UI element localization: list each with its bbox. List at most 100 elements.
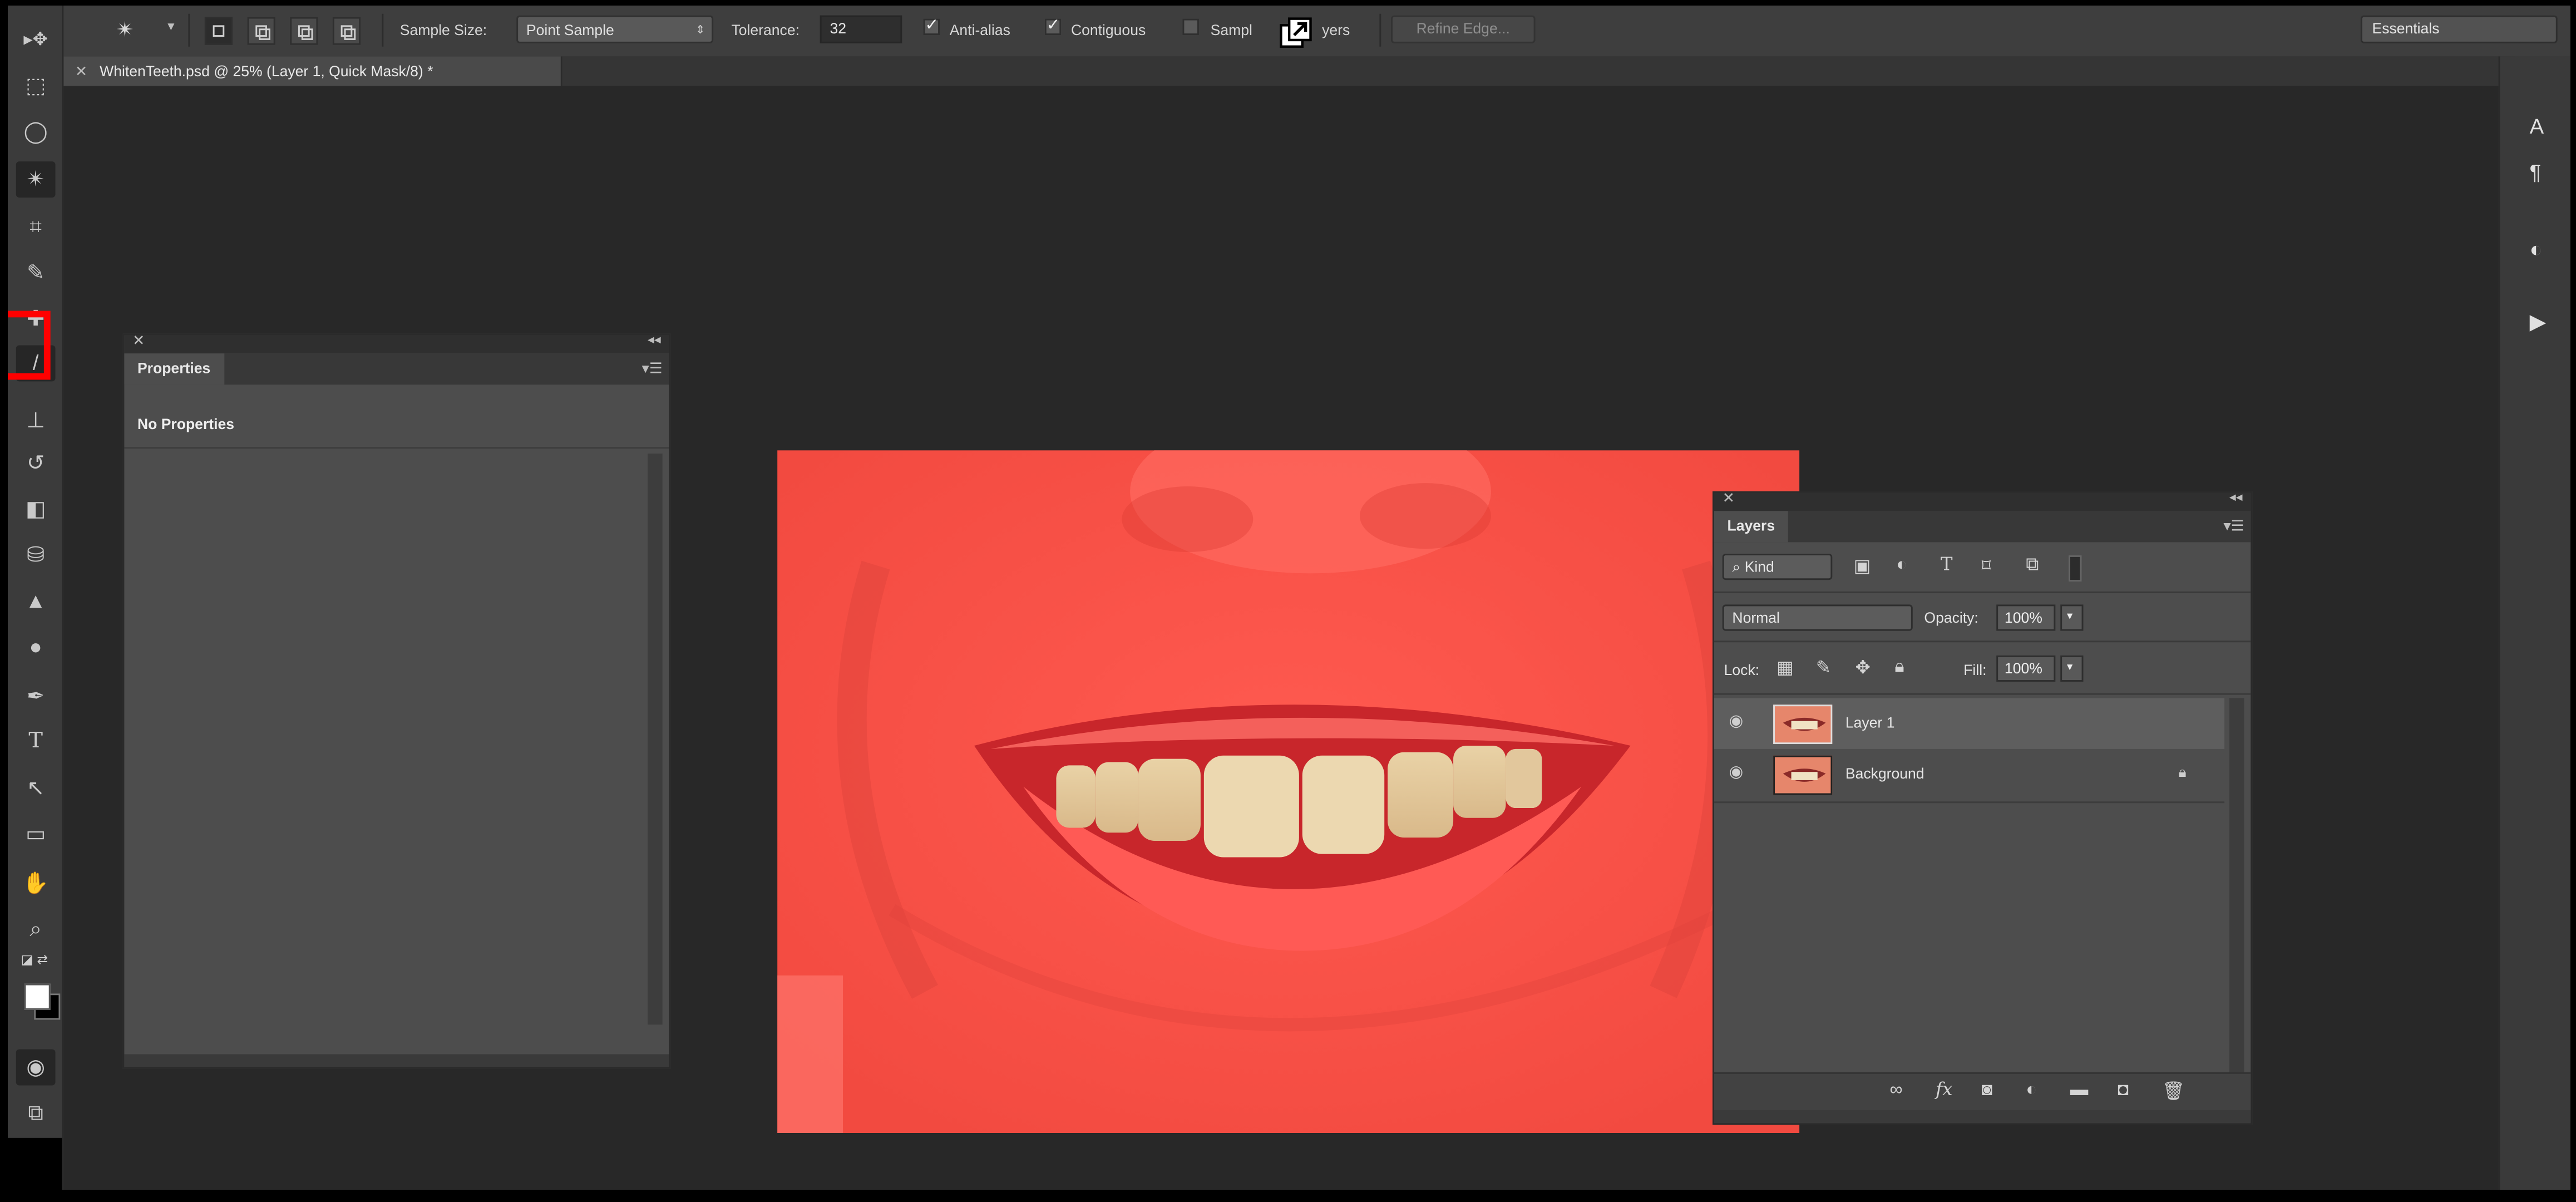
new-selection-button[interactable]: [204, 17, 233, 45]
layers-scrollbar[interactable]: [2229, 698, 2244, 1072]
cursor-overlay-icon: [1278, 16, 1314, 52]
dodge-tool-icon[interactable]: ●: [16, 629, 56, 666]
clone-stamp-tool-icon[interactable]: ⊥: [16, 403, 56, 439]
layer-row-layer-1[interactable]: ◉ Layer 1: [1714, 698, 2225, 749]
blend-mode-value: Normal: [1732, 609, 1780, 626]
type-tool-icon[interactable]: T: [16, 725, 56, 761]
panel-top-strip: ✕ ◂◂: [124, 332, 669, 354]
visibility-eye-icon[interactable]: ◉: [1729, 763, 1749, 783]
preset-dropdown-arrow-icon[interactable]: ▼: [165, 22, 176, 33]
filter-adjustment-icon[interactable]: ◐: [1896, 555, 1907, 575]
paint-bucket-tool-icon[interactable]: ⛁: [16, 537, 56, 573]
lock-image-pixels-icon[interactable]: ✎: [1816, 657, 1831, 678]
default-colors-icon[interactable]: ◪ ⇄: [21, 953, 48, 968]
panel-menu-icon[interactable]: ▾☰: [2223, 518, 2244, 535]
hand-tool-icon[interactable]: ✋: [16, 865, 56, 902]
properties-panel: ✕ ◂◂ Properties ▾☰ No Properties: [122, 332, 671, 1069]
rectangle-tool-icon[interactable]: ▭: [16, 816, 56, 853]
workspace-select[interactable]: Essentials: [2360, 15, 2558, 43]
eyedropper-tool-icon[interactable]: ✎: [16, 255, 56, 291]
delete-layer-icon[interactable]: 🗑︎: [2162, 1081, 2185, 1102]
blur-tool-icon[interactable]: ▲: [16, 583, 56, 619]
magic-wand-tool-preset-icon[interactable]: ✴: [116, 17, 134, 43]
layers-tab[interactable]: Layers: [1714, 511, 1788, 543]
tools-panel: ▸✥ ⬚ ◯ ✴ ⌗ ✎ ✚ / ⊥ ↺ ◧ ⛁ ▲ ● ✒ T ↖ ▭ ✋ ⌕…: [8, 6, 64, 1190]
magic-wand-tool-icon[interactable]: ✴: [16, 161, 56, 198]
paragraph-icon[interactable]: ¶: [2530, 160, 2542, 184]
add-mask-icon[interactable]: ◙: [1982, 1081, 1993, 1100]
layer-row-background[interactable]: ◉ Background 🔒︎: [1714, 749, 2224, 800]
character-icon[interactable]: A: [2530, 114, 2544, 139]
sample-all-layers-checkbox[interactable]: [1182, 18, 1199, 36]
contiguous-checkbox[interactable]: ✓: [1044, 18, 1062, 36]
rectangular-marquee-tool-icon[interactable]: ⬚: [16, 68, 56, 104]
eraser-tool-icon[interactable]: ◧: [16, 491, 56, 528]
pen-tool-icon[interactable]: ✒: [16, 678, 56, 715]
fill-label: Fill:: [1963, 662, 1987, 679]
move-tool-icon[interactable]: ▸✥: [16, 22, 56, 58]
lock-transparent-pixels-icon[interactable]: ▦: [1776, 657, 1794, 678]
layer-thumbnail: [1773, 755, 1833, 795]
collapse-panel-icon[interactable]: ◂◂: [648, 332, 661, 347]
close-tab-icon[interactable]: ✕: [75, 56, 87, 86]
fill-dropdown-icon[interactable]: ▾: [2060, 655, 2084, 682]
tolerance-input[interactable]: 32: [820, 15, 902, 43]
history-brush-tool-icon[interactable]: ↺: [16, 445, 56, 481]
link-layers-icon[interactable]: ∞: [1890, 1081, 1903, 1100]
toolbar-bottom-strip: [8, 1137, 62, 1190]
lock-position-icon[interactable]: ✥: [1855, 657, 1871, 678]
properties-tab[interactable]: Properties: [124, 353, 224, 385]
adjustment-layer-icon[interactable]: ◐: [2026, 1081, 2037, 1100]
filter-kind-select[interactable]: ⌕ Kind: [1722, 553, 1833, 580]
play-icon[interactable]: ▶: [2530, 309, 2546, 336]
blend-mode-select[interactable]: Normal: [1722, 604, 1913, 631]
photoshop-ui: ✴ ▼ Sample Size: Point Sample ⇕ Toleranc…: [8, 6, 2570, 1190]
panel-menu-icon[interactable]: ▾☰: [642, 360, 663, 378]
document-canvas[interactable]: [777, 450, 1800, 1133]
lasso-tool-icon[interactable]: ◯: [16, 114, 56, 150]
filter-type-icon[interactable]: T: [1941, 554, 1953, 575]
panel-resize-strip[interactable]: [1714, 1110, 2251, 1124]
divider: [1714, 591, 2251, 593]
quick-mask-mode-icon[interactable]: ◉: [16, 1049, 56, 1086]
filter-smart-object-icon[interactable]: ⧉: [2026, 555, 2039, 577]
screen-mode-icon[interactable]: ⧉: [16, 1095, 56, 1131]
fill-input[interactable]: 100%: [1996, 655, 2056, 682]
filter-pixel-icon[interactable]: ▣: [1854, 555, 1871, 577]
layer-name: Background: [1845, 765, 1924, 782]
sample-size-select[interactable]: Point Sample ⇕: [516, 15, 714, 43]
panel-top-strip: ✕ ◂◂: [1714, 490, 2251, 511]
add-to-selection-button[interactable]: [247, 17, 275, 45]
sample-size-label: Sample Size:: [399, 22, 487, 38]
crop-tool-icon[interactable]: ⌗: [16, 209, 56, 245]
subtract-from-selection-button[interactable]: [290, 17, 318, 45]
opacity-label: Opacity:: [1924, 609, 1978, 626]
properties-scrollbar[interactable]: [648, 454, 663, 1025]
filter-kind-value: Kind: [1744, 558, 1774, 575]
properties-content: No Properties: [137, 416, 235, 432]
refine-edge-button[interactable]: Refine Edge...: [1391, 15, 1536, 43]
path-selection-tool-icon[interactable]: ↖: [16, 770, 56, 806]
foreground-color-swatch[interactable]: [24, 983, 51, 1010]
layers-panel: ✕ ◂◂ Layers ▾☰ ⌕ Kind ▣ ◐ T ⌑ ⧉ Normal O…: [1713, 490, 2253, 1125]
opacity-input[interactable]: 100%: [1996, 604, 2056, 631]
document-tab-title: WhitenTeeth.psd @ 25% (Layer 1, Quick Ma…: [100, 63, 433, 80]
document-tab[interactable]: ✕ WhitenTeeth.psd @ 25% (Layer 1, Quick …: [63, 56, 562, 86]
lock-all-icon[interactable]: 🔒︎: [1894, 657, 1904, 678]
panel-tab-row: Properties ▾☰: [124, 353, 669, 385]
anti-alias-checkbox[interactable]: ✓: [923, 18, 940, 36]
zoom-tool-icon[interactable]: ⌕: [16, 912, 56, 948]
filter-shape-icon[interactable]: ⌑: [1982, 555, 1991, 577]
intersect-selection-button[interactable]: [332, 17, 361, 45]
filter-toggle[interactable]: [2068, 555, 2082, 582]
fx-icon[interactable]: fx: [1936, 1079, 1952, 1100]
opacity-dropdown-icon[interactable]: ▾: [2060, 604, 2084, 631]
new-layer-icon[interactable]: ◘: [2118, 1081, 2129, 1100]
layer-comps-icon[interactable]: ◐: [2530, 237, 2543, 262]
collapse-panel-icon[interactable]: ◂◂: [2229, 490, 2243, 505]
close-panel-icon[interactable]: ✕: [1723, 490, 1735, 508]
visibility-eye-icon[interactable]: ◉: [1729, 713, 1749, 732]
panel-resize-strip[interactable]: [124, 1054, 669, 1068]
new-group-icon[interactable]: ▬: [2070, 1081, 2088, 1100]
close-panel-icon[interactable]: ✕: [132, 332, 145, 350]
